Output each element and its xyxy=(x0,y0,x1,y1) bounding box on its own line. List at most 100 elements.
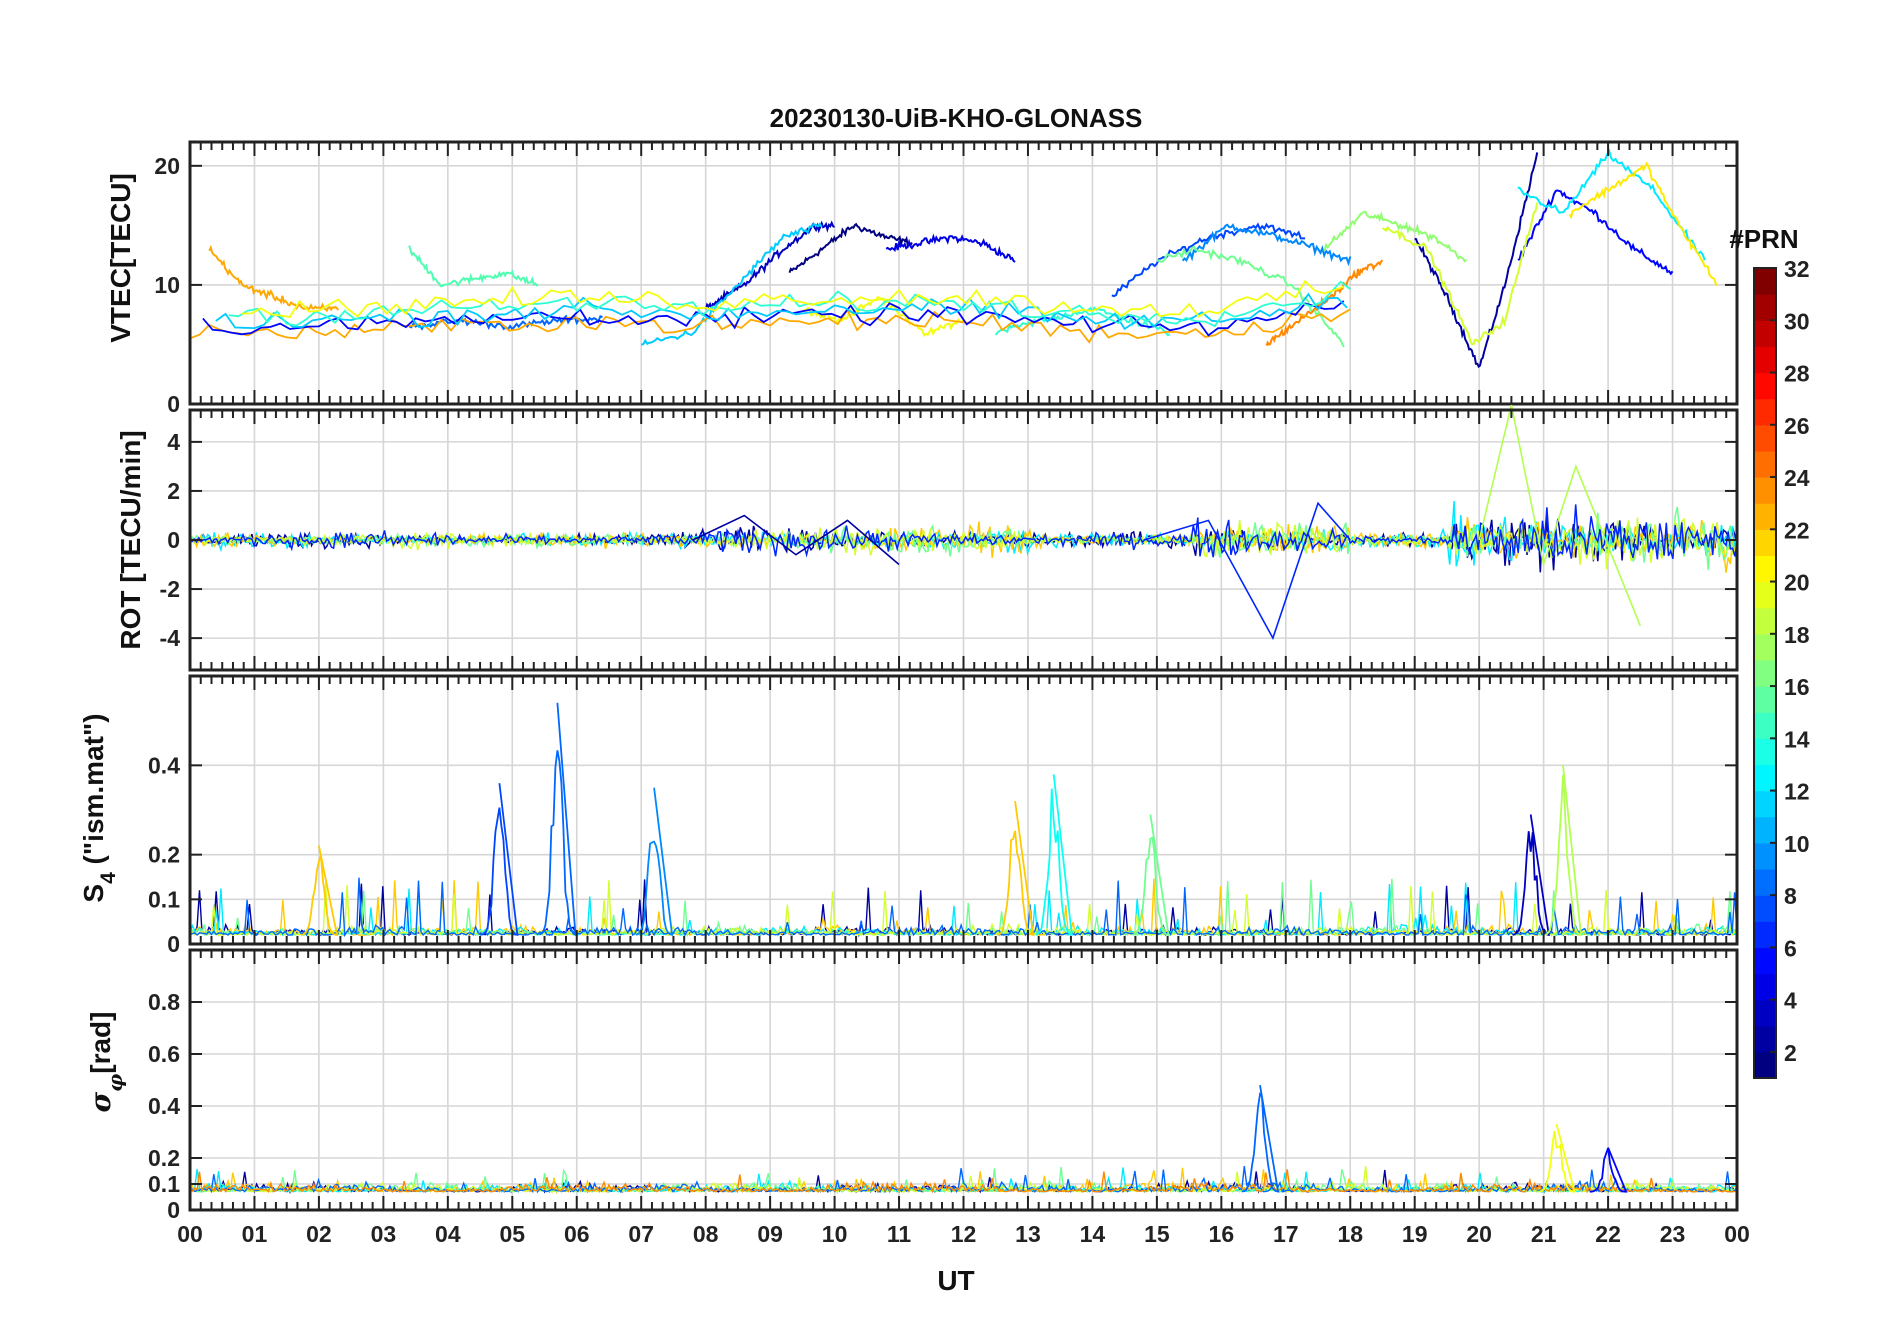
x-tick-label: 15 xyxy=(1144,1221,1170,1247)
colorbar-segment xyxy=(1754,529,1776,557)
colorbar-tick-label: 26 xyxy=(1784,413,1810,439)
vtec-y-tick-label: 20 xyxy=(154,153,180,179)
x-tick-label: 18 xyxy=(1337,1221,1363,1247)
x-tick-label: 17 xyxy=(1273,1221,1299,1247)
x-tick-label: 16 xyxy=(1209,1221,1235,1247)
vtec-y-tick-label: 0 xyxy=(167,391,180,417)
colorbar-tick-label: 16 xyxy=(1784,674,1810,700)
colorbar-tick-label: 2 xyxy=(1784,1040,1797,1066)
vtec-axis-label: VTEC[TECU] xyxy=(105,173,136,343)
x-tick-label: 23 xyxy=(1660,1221,1686,1247)
colorbar-segment xyxy=(1754,790,1776,818)
x-tick-label: 03 xyxy=(371,1221,397,1247)
colorbar-segment xyxy=(1754,1051,1776,1079)
colorbar-segment xyxy=(1754,973,1776,1001)
colorbar-segment xyxy=(1754,372,1776,400)
colorbar-tick-label: 28 xyxy=(1784,361,1810,387)
x-tick-label: 22 xyxy=(1595,1221,1621,1247)
colorbar-segment xyxy=(1754,659,1776,687)
rot-axis-label: ROT [TECU/min] xyxy=(115,430,146,649)
colorbar-segment xyxy=(1754,424,1776,452)
rot-y-tick-label: -2 xyxy=(160,576,180,602)
x-axis-label: UT xyxy=(937,1265,974,1296)
colorbar-tick-label: 24 xyxy=(1784,465,1810,491)
s4-axis-label: S4 ("ism.mat") xyxy=(78,713,120,902)
colorbar-tick-label: 18 xyxy=(1784,622,1810,648)
rot-panel: -4 -2 0 2 4 xyxy=(160,404,1739,672)
colorbar-segment xyxy=(1754,477,1776,504)
sigma-y-tick-label: 0.4 xyxy=(148,1093,180,1119)
s4-y-tick-label: 0.4 xyxy=(148,752,180,778)
colorbar-segment xyxy=(1754,503,1776,530)
s4-y-tick-label: 0 xyxy=(167,931,180,957)
rot-y-tick-label: 0 xyxy=(167,527,180,553)
colorbar-segment xyxy=(1754,816,1776,844)
x-tick-label: 09 xyxy=(757,1221,783,1247)
colorbar-segment xyxy=(1754,294,1776,321)
x-tick-label: 04 xyxy=(435,1221,461,1247)
colorbar-tick-label: 14 xyxy=(1784,726,1810,752)
colorbar-tick-label: 10 xyxy=(1784,831,1810,857)
colorbar-tick-label: 12 xyxy=(1784,779,1810,805)
colorbar-segment xyxy=(1754,320,1776,347)
x-tick-label: 05 xyxy=(499,1221,525,1247)
s4-y-tick-label: 0.2 xyxy=(148,842,180,868)
colorbar-segment xyxy=(1754,999,1776,1027)
vtec-panel: 0 10 20 xyxy=(154,140,1739,417)
s4-panel: 0 0.1 0.2 0.4 xyxy=(148,674,1739,957)
colorbar-tick-label: 8 xyxy=(1784,883,1797,909)
colorbar-segment xyxy=(1754,921,1776,948)
colorbar-tick-label: 20 xyxy=(1784,570,1810,596)
colorbar-segment xyxy=(1754,712,1776,739)
colorbar-segment xyxy=(1754,268,1776,295)
colorbar-segment xyxy=(1754,764,1776,792)
colorbar-tick-label: 6 xyxy=(1784,935,1797,961)
sigma-y-tick-label: 0.8 xyxy=(148,989,180,1015)
x-tick-label: 11 xyxy=(887,1221,912,1247)
x-tick-label: 00 xyxy=(177,1221,203,1247)
colorbar-tick-label: 4 xyxy=(1784,988,1797,1014)
x-tick-label: 13 xyxy=(1015,1221,1041,1247)
x-tick-label: 00 xyxy=(1724,1221,1750,1247)
colorbar-segment xyxy=(1754,686,1776,713)
x-tick-label: 19 xyxy=(1402,1221,1428,1247)
colorbar-segment xyxy=(1754,738,1776,766)
rot-y-tick-label: -4 xyxy=(160,625,181,651)
colorbar-segment xyxy=(1754,398,1776,426)
x-tick-label: 01 xyxy=(242,1221,268,1247)
sigma-y-tick-label: 0 xyxy=(167,1197,180,1223)
colorbar-segment xyxy=(1754,1025,1776,1053)
sigma-y-tick-label: 0.1 xyxy=(148,1171,180,1197)
x-tick-label: 14 xyxy=(1080,1221,1106,1247)
s4-y-tick-label: 0.1 xyxy=(148,886,180,912)
colorbar-segment xyxy=(1754,895,1776,922)
x-tick-label: 07 xyxy=(628,1221,654,1247)
colorbar-segment xyxy=(1754,842,1776,870)
colorbar-segment xyxy=(1754,450,1776,478)
x-tick-label: 21 xyxy=(1531,1221,1557,1247)
colorbar-tick-label: 30 xyxy=(1784,308,1810,334)
sigma-y-tick-label: 0.2 xyxy=(148,1145,180,1171)
x-tick-label: 06 xyxy=(564,1221,590,1247)
x-tick-label: 12 xyxy=(951,1221,977,1247)
ionosphere-chart: 20230130-UiB-KHO-GLONASS UT VTEC[TECU] R… xyxy=(78,103,1810,1296)
colorbar-segment xyxy=(1754,607,1776,635)
colorbar-segment xyxy=(1754,868,1776,896)
colorbar-label: #PRN xyxy=(1729,224,1798,254)
colorbar-segment xyxy=(1754,581,1776,609)
colorbar-segment xyxy=(1754,633,1776,661)
rot-y-tick-label: 4 xyxy=(167,429,180,455)
colorbar-segment xyxy=(1754,947,1776,975)
chart-title: 20230130-UiB-KHO-GLONASS xyxy=(770,103,1143,133)
x-tick-label: 20 xyxy=(1466,1221,1492,1247)
sigma-panel: 00.10.2 0.4 0.6 0.8 xyxy=(148,948,1739,1223)
colorbar-segment xyxy=(1754,346,1776,374)
sigma-phi-axis-label: σφ[rad] xyxy=(84,1012,127,1113)
sigma-y-tick-label: 0.6 xyxy=(148,1041,180,1067)
vtec-y-tick-label: 10 xyxy=(154,272,180,298)
colorbar-tick-label: 22 xyxy=(1784,517,1810,543)
colorbar-tick-label: 32 xyxy=(1784,256,1810,282)
x-tick-label: 10 xyxy=(822,1221,848,1247)
x-tick-label: 08 xyxy=(693,1221,719,1247)
x-tick-label: 02 xyxy=(306,1221,332,1247)
